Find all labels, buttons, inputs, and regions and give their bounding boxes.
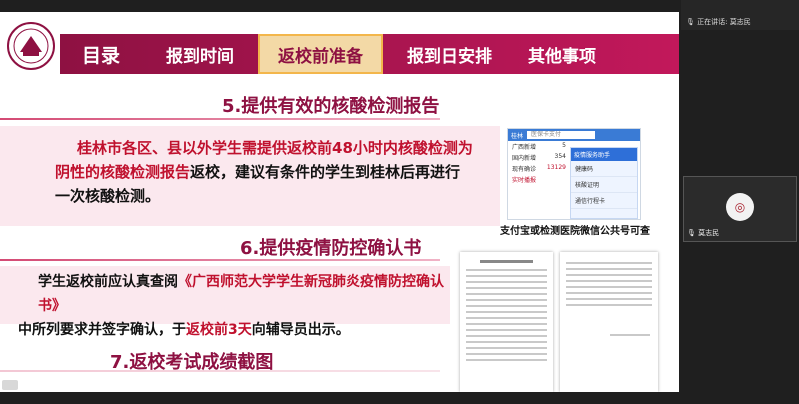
- university-logo: [7, 22, 55, 70]
- section6-line2-a: 中所列要求并签字确认，于: [18, 322, 186, 338]
- app-caption: 支付宝或检测医院微信公共号可查: [500, 226, 650, 237]
- nav-item-contents[interactable]: 目录: [60, 34, 148, 74]
- section7-title: 7.返校考试成绩截图: [110, 352, 274, 373]
- service-item: 通信行程卡: [571, 193, 637, 209]
- app-top-bar: 桂林 医保卡支付: [508, 129, 640, 141]
- nav-item-arrival-time[interactable]: 报到时间: [148, 34, 252, 74]
- nav-item-pre-return[interactable]: 返校前准备: [258, 34, 384, 74]
- section5-line2: 阴性的核酸检测报告返校，建议有条件的学生到桂林后再进行: [55, 160, 500, 184]
- section6-line2-c: 向辅导员出示。: [251, 322, 350, 338]
- stat-label: 广西新增: [512, 144, 537, 151]
- stat-row: 广西新增 5: [508, 141, 570, 152]
- stat-value: 13129: [546, 164, 566, 171]
- service-item: 健康码: [571, 161, 637, 177]
- speaking-label: 正在讲话: 莫志民: [697, 18, 751, 26]
- mic-icon: 🎙: [687, 229, 696, 237]
- stat-label: 现有确诊: [512, 166, 537, 173]
- section5-line1: 桂林市各区、县以外学生需提供返校前48小时内核酸检测为: [77, 139, 473, 157]
- service-panel-title: 疫情服务助手: [571, 148, 637, 161]
- participant-name: 🎙 莫志民: [687, 228, 719, 238]
- app-city: 桂林: [511, 132, 524, 140]
- service-item: 核酸证明: [571, 177, 637, 193]
- service-panel: 疫情服务助手 健康码 核酸证明 通信行程卡: [570, 147, 638, 219]
- stat-row: 国内新增 354: [508, 152, 570, 163]
- section5-tail-text: 返校，建议有条件的学生到桂林后再进行: [190, 163, 461, 181]
- confirmation-doc-page-2: [560, 252, 658, 392]
- stat-value: 354: [554, 153, 566, 160]
- speaking-indicator: 🎙 正在讲话: 莫志民: [686, 17, 751, 27]
- slide-scroll-handle[interactable]: [2, 380, 18, 390]
- confirmation-doc-page-1: [460, 252, 553, 392]
- section6-title: 6.提供疫情防控确认书: [240, 238, 422, 259]
- section5-line3: 一次核酸检测。: [55, 187, 161, 205]
- participant-video-tile[interactable]: ◎ 🎙 莫志民: [683, 176, 797, 242]
- section5-text: 桂林市各区、县以外学生需提供返校前48小时内核酸检测为 阴性的核酸检测报告返校，…: [55, 136, 500, 208]
- nav-item-arrival-day[interactable]: 报到日安排: [389, 34, 510, 74]
- mic-icon: 🎙: [686, 18, 695, 26]
- stat-row: 现有确诊 13129: [508, 163, 570, 174]
- section6-text: 学生返校前应认真查阅《广西师范大学学生新冠肺炎疫情防控确认书》 中所列要求并签字…: [18, 270, 458, 342]
- participant-avatar-icon: ◎: [726, 193, 754, 221]
- section6-line1: 学生返校前应认真查阅《广西师范大学学生新冠肺炎疫情防控确认书》: [18, 270, 458, 318]
- app-search: 医保卡支付: [527, 131, 596, 139]
- stat-label: 国内新增: [512, 155, 537, 162]
- slide-nav-bar: 目录 报到时间 返校前准备 报到日安排 其他事项: [60, 34, 679, 74]
- section6-line1-a: 学生返校前应认真查阅: [38, 274, 178, 290]
- section5-title: 5.提供有效的核酸检测报告: [222, 96, 440, 117]
- presentation-slide: 目录 报到时间 返校前准备 报到日安排 其他事项 5.提供有效的核酸检测报告 桂…: [0, 12, 679, 392]
- nav-item-other[interactable]: 其他事项: [510, 34, 614, 74]
- section6-line2: 中所列要求并签字确认，于返校前3天向辅导员出示。: [18, 318, 458, 342]
- participant-name-label: 莫志民: [698, 229, 720, 237]
- health-app-screenshot: 桂林 医保卡支付 广西新增 5 国内新增 354 现有确诊 13129 实时播报 疫情…: [507, 128, 641, 220]
- section5-divider: [0, 118, 440, 120]
- realtime-label: 实时播报: [512, 177, 537, 184]
- stat-value: 5: [562, 142, 566, 149]
- section6-deadline: 返校前3天: [186, 322, 252, 338]
- section5-red-text: 阴性的核酸检测报告: [55, 163, 191, 181]
